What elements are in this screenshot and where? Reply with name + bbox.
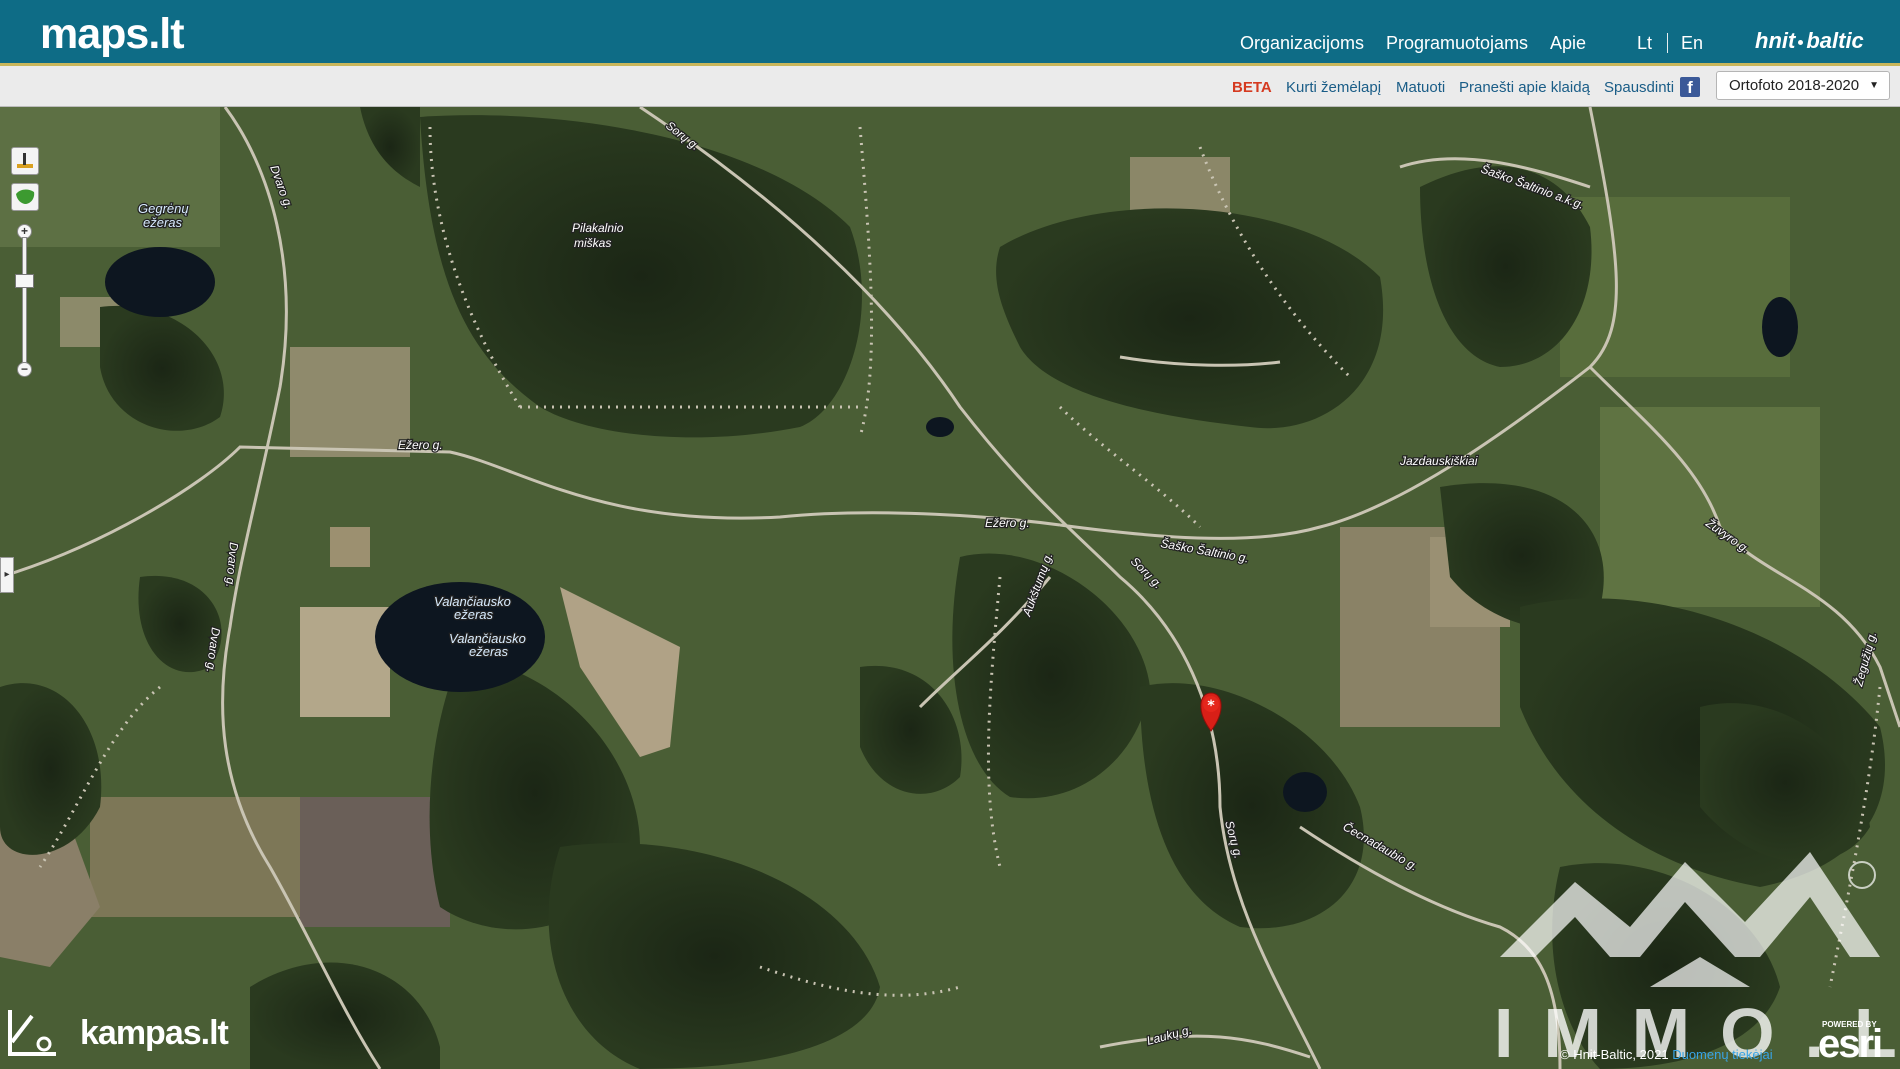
village-label-jazdauskiskiai: Jazdauskiškiai: [1399, 454, 1478, 468]
road-label-ezero-c: Ežero g.: [985, 516, 1030, 530]
nav-apie[interactable]: Apie: [1550, 33, 1586, 54]
data-providers-link[interactable]: Duomenų tiekėjai: [1672, 1047, 1772, 1062]
lithuania-map-icon-graphic: [16, 189, 35, 204]
measure-link[interactable]: Matuoti: [1396, 79, 1445, 96]
side-panel-toggle[interactable]: ▸: [0, 557, 14, 593]
print-link[interactable]: Spausdinti: [1604, 79, 1674, 96]
kampas-logo-icon: [8, 1010, 56, 1056]
nav-organizacijoms[interactable]: Organizacijoms: [1240, 33, 1364, 54]
road-label-ezero-w: Ežero g.: [398, 438, 443, 452]
toolbar: BETA Kurti žemėlapį Matuoti Pranešti api…: [0, 66, 1900, 107]
lithuania-map-icon[interactable]: [11, 183, 39, 211]
hnit-baltic-logo[interactable]: hnit baltic: [1755, 28, 1864, 54]
basemap-layer-select[interactable]: Ortofoto 2018-2020 ▼: [1716, 71, 1890, 100]
esri-logo[interactable]: esri: [1818, 1022, 1883, 1067]
zoom-out-button[interactable]: −: [17, 362, 32, 377]
basemap-layer-value: Ortofoto 2018-2020: [1729, 77, 1860, 94]
kampas-logo[interactable]: kampas.lt: [80, 1014, 229, 1053]
map-canvas[interactable]: Gegrėnų ežeras Pilakalnio miškas Valanči…: [0, 107, 1900, 1069]
attribution-text: © Hnit-Baltic, 2021: [1560, 1047, 1669, 1062]
lake-label-gegrenu: Gegrėnų: [138, 201, 189, 216]
forest-label-pilakalnio-2: miškas: [574, 236, 611, 250]
brand-dot: [1798, 40, 1804, 45]
brand-right: baltic: [1806, 28, 1864, 53]
lake-label-valanciausko-2: ežeras: [454, 607, 494, 622]
report-error-link[interactable]: Pranešti apie klaidą: [1459, 79, 1590, 96]
maps-lt-logo[interactable]: maps.lt: [40, 10, 185, 59]
zoom-slider-handle[interactable]: [15, 274, 34, 288]
chevron-down-icon: ▼: [1869, 80, 1879, 91]
satellite-imagery: Gegrėnų ežeras Pilakalnio miškas Valanči…: [0, 107, 1900, 1069]
brand-left: hnit: [1755, 28, 1796, 53]
nav-programuotojams[interactable]: Programuotojams: [1386, 33, 1528, 54]
create-map-link[interactable]: Kurti žemėlapį: [1286, 79, 1381, 96]
facebook-icon[interactable]: f: [1680, 77, 1700, 97]
map-attribution: © Hnit-Baltic, 2021 Duomenų tiekėjai: [1560, 1047, 1773, 1062]
lang-en[interactable]: En: [1681, 33, 1703, 54]
svg-text:*: *: [1207, 698, 1215, 714]
top-header: maps.lt Organizacijoms Programuotojams A…: [0, 0, 1900, 66]
lang-divider: [1667, 33, 1668, 53]
forest-label-pilakalnio: Pilakalnio: [572, 221, 624, 235]
beta-badge: BETA: [1232, 79, 1272, 96]
lang-lt[interactable]: Lt: [1637, 33, 1652, 54]
zoom-slider-track[interactable]: [22, 237, 27, 363]
ruler-tool-icon[interactable]: [11, 147, 39, 175]
lake-label-gegrenu-2: ežeras: [143, 215, 183, 230]
lake-label-valanciausko-b2: ežeras: [469, 644, 509, 659]
ruler-tool-icon-graphic: [17, 153, 33, 168]
